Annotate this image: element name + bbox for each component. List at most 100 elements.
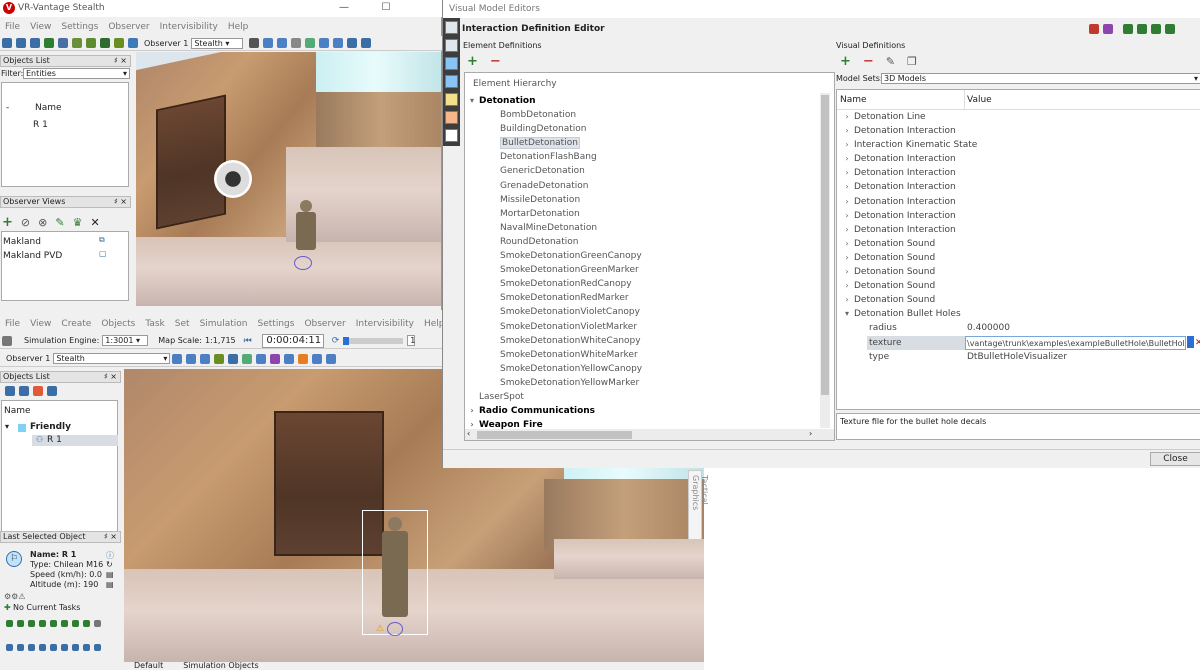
speed-slider[interactable] — [343, 336, 404, 345]
visual-definition-row[interactable]: › Detonation Interaction — [840, 166, 1200, 180]
zoom-icon[interactable] — [5, 386, 15, 396]
task-tool-icon[interactable] — [17, 619, 24, 627]
visual-definition-row[interactable]: › Detonation Sound — [840, 265, 1200, 279]
crown-icon[interactable]: ♛ — [73, 216, 83, 229]
object-tool-icon[interactable] — [50, 643, 57, 651]
chevron-right-icon[interactable]: › — [840, 152, 854, 166]
tree-item[interactable]: SmokeDetonationYellowCanopy — [465, 362, 815, 376]
list-item[interactable]: R 1 — [33, 120, 48, 130]
stealth-menu-view[interactable]: View — [30, 22, 51, 32]
sim-engine-select[interactable]: 1:3001 ▾ — [102, 335, 149, 346]
delete-icon[interactable]: ✕ — [90, 216, 99, 229]
column-name-header[interactable]: Name — [35, 103, 62, 113]
view-icon[interactable] — [256, 353, 267, 364]
property-row-type[interactable]: type DtBulletHoleVisualizer — [840, 350, 1200, 364]
sim-observer-select[interactable]: Stealth ▾ — [53, 353, 171, 364]
task-tool-icon[interactable] — [39, 619, 46, 627]
layers-icon[interactable] — [333, 38, 344, 48]
sim-menu-file[interactable]: File — [5, 319, 20, 329]
refresh-icon[interactable]: ↻ — [106, 560, 113, 569]
task-tool-icon[interactable] — [50, 619, 57, 627]
visual-definition-row[interactable]: › Detonation Sound — [840, 237, 1200, 251]
chevron-right-icon[interactable]: › — [840, 251, 854, 265]
chevron-right-icon[interactable]: › — [840, 180, 854, 194]
stealth-menu-settings[interactable]: Settings — [61, 22, 98, 32]
tree-item[interactable]: RoundDetonation — [465, 235, 815, 249]
grid-icon[interactable] — [305, 38, 316, 48]
tree-item[interactable]: SmokeDetonationWhiteCanopy — [465, 334, 815, 348]
column-divider[interactable] — [964, 90, 965, 110]
tree-group-friendly[interactable]: Friendly — [30, 422, 71, 432]
property-row-radius[interactable]: radius 0.400000 — [840, 321, 1200, 335]
pin-icon[interactable]: ♯ × — [114, 56, 127, 66]
clipboard-icon[interactable] — [33, 386, 43, 396]
view-icon[interactable] — [228, 353, 239, 364]
task-tool-icon[interactable] — [94, 619, 101, 627]
skip-back-icon[interactable]: ⏮ — [244, 336, 252, 346]
chevron-right-icon[interactable]: › — [840, 110, 854, 124]
view-icon[interactable] — [172, 353, 183, 364]
hierarchy-icon[interactable] — [1137, 24, 1147, 34]
filter-select[interactable]: Entities ▾ — [23, 68, 130, 79]
settings-icon[interactable] — [1103, 24, 1113, 34]
sim-menu-intervisibility[interactable]: Intervisibility — [356, 319, 414, 329]
map-icon[interactable] — [319, 38, 330, 48]
sim-menu-objects[interactable]: Objects — [101, 319, 135, 329]
property-value[interactable]: 0.400000 — [967, 321, 1010, 335]
view-icon[interactable] — [186, 353, 197, 364]
tree-item[interactable]: MortarDetonation — [465, 207, 815, 221]
sim-menu-set[interactable]: Set — [175, 319, 190, 329]
view-icon[interactable] — [312, 353, 323, 364]
object-tool-icon[interactable] — [61, 643, 68, 651]
add-icon[interactable]: + — [840, 54, 851, 69]
stealth-menu-file[interactable]: File — [5, 22, 20, 32]
browse-button[interactable] — [1187, 335, 1194, 348]
tactical-graphics-side-tab[interactable]: Tactical Graphics — [688, 470, 709, 540]
stealth-menu-observer[interactable]: Observer — [108, 22, 149, 32]
grid-icon[interactable] — [242, 353, 253, 364]
visual-definition-row[interactable]: › Detonation Interaction — [840, 180, 1200, 194]
chevron-right-icon[interactable]: › — [840, 265, 854, 279]
chevron-right-icon[interactable]: › — [840, 195, 854, 209]
zoom-icon[interactable] — [361, 38, 372, 48]
visual-definition-row[interactable]: › Detonation Sound — [840, 251, 1200, 265]
stealth-menu-intervisibility[interactable]: Intervisibility — [160, 22, 218, 32]
tab-simulation-objects[interactable]: Simulation Objects — [183, 662, 258, 670]
unlink-icon[interactable]: ⊗ — [38, 216, 47, 229]
chevron-right-icon[interactable]: › — [840, 279, 854, 293]
sim-menu-simulation[interactable]: Simulation — [200, 319, 248, 329]
stealth-3d-view[interactable] — [136, 52, 441, 306]
task-tool-icon[interactable] — [28, 619, 35, 627]
minimize-button[interactable]: — — [330, 0, 358, 16]
tree-item[interactable]: GenericDetonation — [465, 164, 815, 178]
chevron-right-icon[interactable]: › — [840, 293, 854, 307]
editor-icon[interactable] — [445, 75, 458, 88]
unit3-icon[interactable] — [100, 38, 110, 48]
visual-definition-row[interactable]: › Detonation Sound — [840, 293, 1200, 307]
unit-icon[interactable] — [72, 38, 82, 48]
sim-menu-view[interactable]: View — [30, 319, 51, 329]
tree-item[interactable]: MissileDetonation — [465, 193, 815, 207]
list-item[interactable]: Makland — [3, 237, 41, 247]
add-icon[interactable]: + — [2, 215, 13, 230]
editor-icon[interactable] — [445, 39, 458, 52]
soldier-body[interactable] — [382, 531, 408, 617]
tree-item[interactable]: BulletDetonation — [465, 136, 815, 150]
view1-icon[interactable] — [263, 38, 274, 48]
tree-item[interactable]: SmokeDetonationRedMarker — [465, 291, 815, 305]
view-icon[interactable] — [284, 353, 295, 364]
pin-icon[interactable]: ♯ × — [104, 372, 117, 382]
arrow-icon[interactable] — [249, 38, 260, 48]
speed-icon[interactable]: ⟳ — [332, 336, 340, 346]
sim-menu-observer[interactable]: Observer — [304, 319, 345, 329]
tree-icon[interactable] — [114, 38, 124, 48]
editor-icon[interactable] — [445, 129, 458, 142]
document-icon[interactable]: ▤ — [106, 580, 114, 589]
object-tool-icon[interactable] — [72, 643, 79, 651]
view3-icon[interactable] — [291, 38, 302, 48]
detonation-editor-icon[interactable] — [445, 111, 458, 124]
chevron-down-icon[interactable]: ▾ — [840, 307, 854, 321]
tree-item[interactable]: SmokeDetonationGreenCanopy — [465, 249, 815, 263]
chevron-right-icon[interactable]: › — [840, 138, 854, 152]
tree-item-detonation[interactable]: ▾ Detonation — [465, 94, 815, 108]
